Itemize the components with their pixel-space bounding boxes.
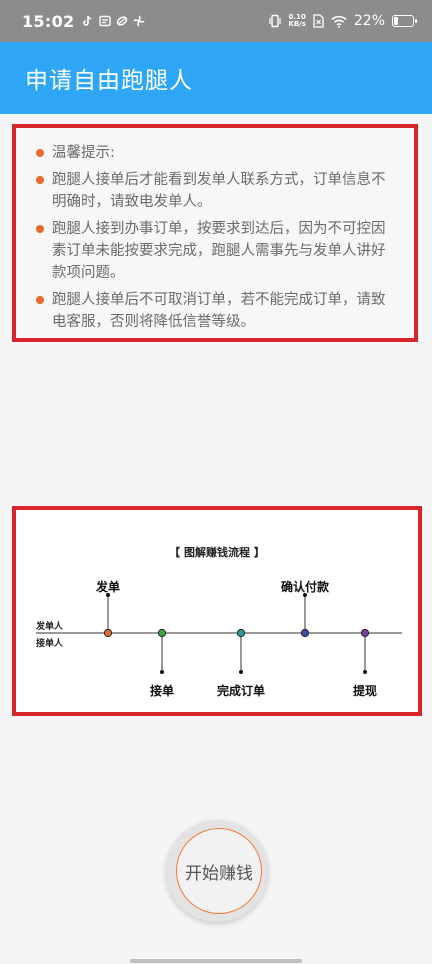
step-label: 完成订单: [217, 683, 265, 698]
notification-icons: [82, 15, 146, 27]
status-time: 15:02: [22, 11, 75, 31]
step-pin: [239, 670, 243, 674]
step-label: 提现: [353, 683, 377, 698]
home-indicator[interactable]: [130, 959, 302, 963]
step-node: [360, 628, 370, 638]
step-label: 接单: [150, 683, 174, 698]
tip-item: 跑腿人接单后才能看到发单人联系方式，订单信息不明确时，请致电发单人。: [36, 169, 398, 213]
step-label: 发单: [95, 579, 120, 594]
step-pin: [160, 670, 164, 674]
wifi-icon: [331, 15, 347, 28]
tip-item: 跑腿人接到办事订单，按要求到达后，因为不可控因素订单未能按要求完成，跑腿人需事先…: [36, 218, 398, 284]
vibrate-icon: [269, 14, 281, 28]
battery-icon: [392, 15, 417, 27]
step-node: [103, 628, 113, 638]
earning-flow-panel: 【 图解赚钱流程 】发单人接单人 发单接单 完成订单 确认付款提现: [12, 506, 422, 716]
step-pin: [363, 670, 367, 674]
flow-title: 【 图解赚钱流程 】: [169, 545, 265, 559]
lane-label-sender: 发单人: [35, 620, 64, 632]
app-bar: 申请自由跑腿人: [0, 42, 432, 114]
sim-icon: [313, 14, 324, 28]
tips-panel: 温馨提示: 跑腿人接单后才能看到发单人联系方式，订单信息不明确时，请致电发单人。…: [12, 124, 418, 342]
earning-flow-diagram: 【 图解赚钱流程 】发单人接单人 发单接单 完成订单 确认付款提现: [35, 545, 402, 698]
start-earning-button[interactable]: 开始赚钱: [176, 828, 262, 914]
message-icon: [99, 15, 112, 27]
fan-icon: [133, 15, 146, 27]
tips-heading: 温馨提示:: [36, 142, 398, 164]
step-node: [236, 628, 246, 638]
network-speed-unit: KB/s: [288, 20, 306, 28]
lane-label-runner: 接单人: [36, 637, 64, 649]
battery-percent: 22%: [353, 13, 385, 29]
status-bar-left: 15:02: [22, 11, 146, 31]
status-bar-right: 0.10 KB/s 22%: [269, 13, 417, 29]
page-title: 申请自由跑腿人: [25, 68, 193, 94]
tiktok-icon: [83, 15, 92, 26]
step-node: [157, 628, 167, 638]
network-speed: 0.10 KB/s: [288, 14, 305, 28]
step-label: 确认付款: [281, 579, 330, 594]
start-earning-label: 开始赚钱: [185, 863, 253, 884]
status-bar: 15:02 0.10 KB/s 22%: [0, 0, 432, 42]
link-icon: [117, 16, 128, 26]
step-node: [300, 628, 310, 638]
tip-item: 跑腿人接单后不可取消订单，若不能完成订单，请致电客服，否则将降低信誉等级。: [36, 289, 398, 333]
battery-level: [394, 17, 398, 25]
